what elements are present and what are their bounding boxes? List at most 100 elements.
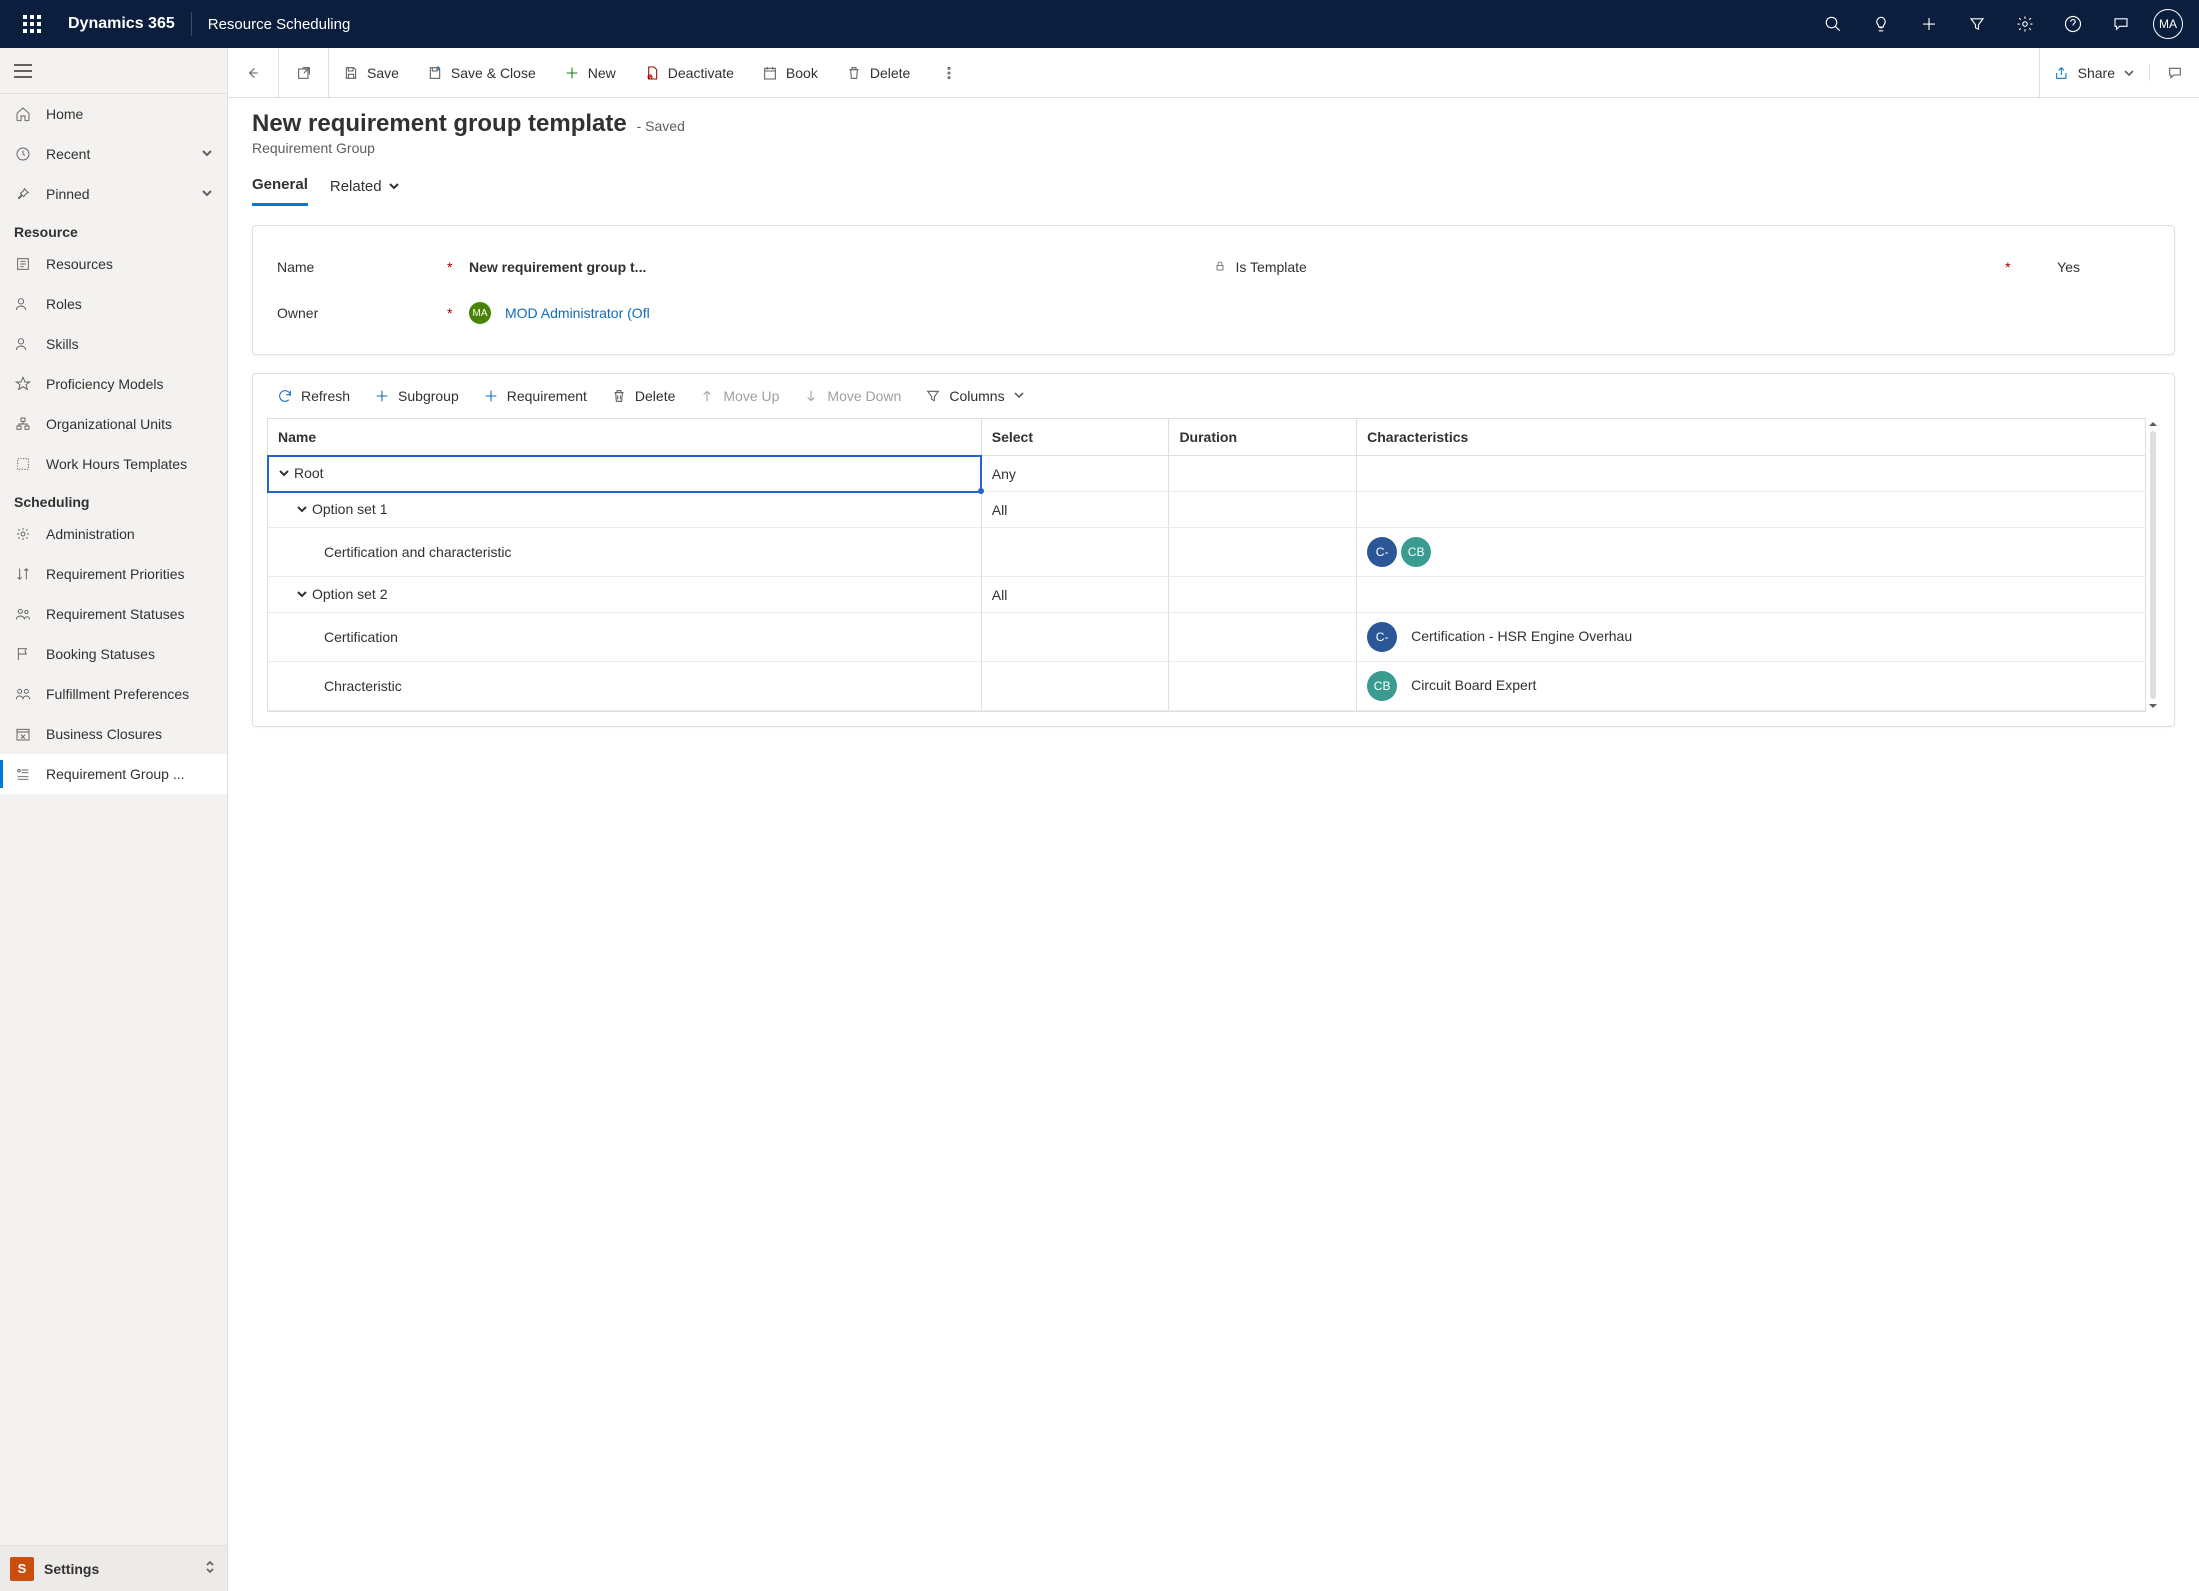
characteristic-chip[interactable]: CB <box>1401 537 1431 567</box>
requirements-grid[interactable]: Name Select Duration Characteristics Roo… <box>267 418 2146 712</box>
nav-req-priorities[interactable]: Requirement Priorities <box>0 554 227 594</box>
nav-skills[interactable]: Skills <box>0 324 227 364</box>
cell-select[interactable] <box>981 613 1169 662</box>
help-icon[interactable] <box>2049 0 2097 48</box>
app-name[interactable]: Resource Scheduling <box>196 16 363 33</box>
area-switcher[interactable]: S Settings <box>0 1545 227 1591</box>
gear-icon[interactable] <box>2001 0 2049 48</box>
cell-duration[interactable] <box>1169 492 1357 528</box>
chevron-down-icon[interactable] <box>296 503 308 515</box>
nav-business-closures[interactable]: Business Closures <box>0 714 227 754</box>
org-icon <box>14 416 32 432</box>
col-header-characteristics[interactable]: Characteristics <box>1357 419 2145 456</box>
command-bar: Save Save & Close New Deactivate Book De… <box>228 48 2199 98</box>
requirement-button[interactable]: Requirement <box>473 384 597 408</box>
subgroup-button[interactable]: Subgroup <box>364 384 469 408</box>
filter-icon[interactable] <box>1953 0 2001 48</box>
overflow-button[interactable] <box>924 65 974 81</box>
field-value-name[interactable]: New requirement group t... <box>469 259 646 275</box>
search-icon[interactable] <box>1809 0 1857 48</box>
new-button[interactable]: New <box>550 48 630 97</box>
user-avatar[interactable]: MA <box>2153 9 2183 39</box>
save-button[interactable]: Save <box>329 48 413 97</box>
nav-home[interactable]: Home <box>0 94 227 134</box>
nav-administration[interactable]: Administration <box>0 514 227 554</box>
share-button[interactable]: Share <box>2039 48 2149 97</box>
grid-row[interactable]: Option set 2All <box>268 577 2145 613</box>
top-bar: Dynamics 365 Resource Scheduling MA <box>0 0 2199 48</box>
grid-row[interactable]: ChracteristicCBCircuit Board Expert <box>268 662 2145 711</box>
cell-characteristics[interactable]: CBCircuit Board Expert <box>1357 662 2145 711</box>
open-new-window-button[interactable] <box>278 48 328 97</box>
cell-duration[interactable] <box>1169 613 1357 662</box>
chevron-down-icon[interactable] <box>296 588 308 600</box>
cell-characteristics[interactable] <box>1357 456 2145 492</box>
chevron-down-icon[interactable] <box>278 467 290 479</box>
app-launcher-icon[interactable] <box>8 0 56 48</box>
plus-icon[interactable] <box>1905 0 1953 48</box>
cell-name: Certification <box>324 629 398 645</box>
back-button[interactable] <box>228 48 278 97</box>
cell-select[interactable] <box>981 662 1169 711</box>
nav-resources[interactable]: Resources <box>0 244 227 284</box>
save-close-button[interactable]: Save & Close <box>413 48 550 97</box>
col-header-name[interactable]: Name <box>268 419 981 456</box>
cell-characteristics[interactable]: C-CB <box>1357 528 2145 577</box>
cell-characteristics[interactable] <box>1357 577 2145 613</box>
grid-row[interactable]: Certification and characteristicC-CB <box>268 528 2145 577</box>
grid-scrollbar[interactable] <box>2147 419 2159 711</box>
cell-duration[interactable] <box>1169 456 1357 492</box>
tab-general[interactable]: General <box>252 170 308 206</box>
cell-characteristics[interactable] <box>1357 492 2145 528</box>
delete-button[interactable]: Delete <box>832 48 924 97</box>
lightbulb-icon[interactable] <box>1857 0 1905 48</box>
cell-characteristics[interactable]: C-Certification - HSR Engine Overhau <box>1357 613 2145 662</box>
nav-roles[interactable]: Roles <box>0 284 227 324</box>
nav-proficiency[interactable]: Proficiency Models <box>0 364 227 404</box>
characteristic-chip[interactable]: C- <box>1367 537 1397 567</box>
cell-duration[interactable] <box>1169 662 1357 711</box>
cell-select[interactable]: Any <box>981 456 1169 492</box>
nav-section-scheduling: Scheduling <box>0 484 227 514</box>
characteristic-chip[interactable]: CB <box>1367 671 1397 701</box>
col-header-select[interactable]: Select <box>981 419 1169 456</box>
grid-row[interactable]: Certification C-Certification - HSR Engin… <box>268 613 2145 662</box>
book-button[interactable]: Book <box>748 48 832 97</box>
page-title: New requirement group template <box>252 110 627 137</box>
cell-select[interactable]: All <box>981 577 1169 613</box>
nav-org-units[interactable]: Organizational Units <box>0 404 227 444</box>
tab-related[interactable]: Related <box>330 170 400 206</box>
grid-row[interactable]: RootAny <box>268 456 2145 492</box>
cell-select[interactable] <box>981 528 1169 577</box>
characteristic-chip[interactable]: C- <box>1367 622 1397 652</box>
grid-row[interactable]: Option set 1All <box>268 492 2145 528</box>
subgrid-toolbar: Refresh Subgroup Requirement Delete Move… <box>253 374 2174 418</box>
cell-duration[interactable] <box>1169 528 1357 577</box>
cell-select[interactable]: All <box>981 492 1169 528</box>
pin-icon <box>14 186 32 202</box>
columns-button[interactable]: Columns <box>915 384 1034 408</box>
nav-fulfillment[interactable]: Fulfillment Preferences <box>0 674 227 714</box>
nav-collapse-button[interactable] <box>0 48 227 94</box>
nav-pinned[interactable]: Pinned <box>0 174 227 214</box>
scroll-track <box>2150 431 2156 699</box>
assist-pane-button[interactable] <box>2149 65 2199 81</box>
nav-work-hours[interactable]: Work Hours Templates <box>0 444 227 484</box>
required-indicator: * <box>447 259 459 275</box>
col-header-duration[interactable]: Duration <box>1169 419 1357 456</box>
field-label-name: Name <box>277 259 437 275</box>
nav-req-group[interactable]: Requirement Group ... <box>0 754 227 794</box>
required-indicator: * <box>2005 259 2017 275</box>
cell-duration[interactable] <box>1169 577 1357 613</box>
deactivate-button[interactable]: Deactivate <box>630 48 748 97</box>
nav-req-statuses[interactable]: Requirement Statuses <box>0 594 227 634</box>
assistant-icon[interactable] <box>2097 0 2145 48</box>
nav-booking-statuses[interactable]: Booking Statuses <box>0 634 227 674</box>
brand-label[interactable]: Dynamics 365 <box>56 15 187 33</box>
refresh-button[interactable]: Refresh <box>267 384 360 408</box>
nav-recent[interactable]: Recent <box>0 134 227 174</box>
subgrid-delete-button[interactable]: Delete <box>601 384 685 408</box>
field-value-owner[interactable]: MOD Administrator (Ofl <box>505 305 650 321</box>
area-label: Settings <box>44 1561 193 1577</box>
field-value-template[interactable]: Yes <box>2057 259 2080 275</box>
